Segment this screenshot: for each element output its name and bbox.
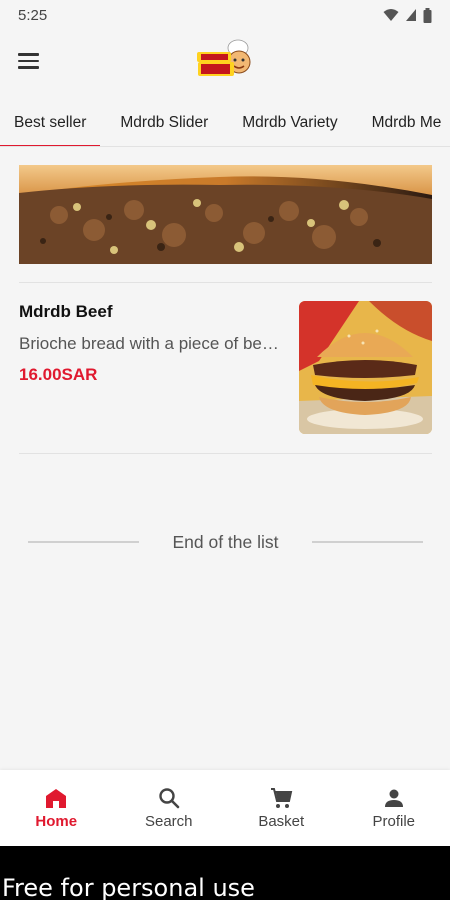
home-icon bbox=[46, 789, 67, 808]
search-icon bbox=[159, 788, 180, 809]
nav-profile-label: Profile bbox=[372, 813, 416, 830]
tab-mdrdb-more[interactable]: Mdrdb Me bbox=[358, 100, 450, 146]
nav-basket[interactable]: Basket bbox=[225, 770, 338, 846]
divider bbox=[19, 282, 432, 283]
hamburger-icon-line bbox=[18, 53, 39, 56]
cart-icon bbox=[271, 788, 293, 808]
menu-button[interactable] bbox=[14, 46, 44, 76]
banner-image[interactable] bbox=[19, 165, 432, 264]
nav-profile[interactable]: Profile bbox=[338, 770, 450, 846]
end-of-list: End of the list bbox=[28, 530, 423, 554]
product-price: 16.00SAR bbox=[19, 365, 98, 384]
battery-icon bbox=[423, 7, 432, 23]
end-of-list-label: End of the list bbox=[172, 531, 279, 552]
tab-mdrdb-slider[interactable]: Mdrdb Slider bbox=[106, 100, 222, 146]
tab-mdrdb-variety[interactable]: Mdrdb Variety bbox=[228, 100, 351, 146]
wifi-icon bbox=[383, 9, 399, 21]
status-icons bbox=[383, 7, 432, 23]
bottom-navigation: Home Search Basket Profile bbox=[0, 770, 450, 846]
hamburger-icon-line bbox=[18, 66, 39, 69]
tab-best-seller[interactable]: Best seller bbox=[0, 100, 101, 146]
signal-icon bbox=[406, 9, 416, 21]
nav-search[interactable]: Search bbox=[113, 770, 226, 846]
watermark-bar: Free for personal use bbox=[0, 846, 450, 900]
product-item[interactable]: Mdrdb Beef Brioche bread with a piece of… bbox=[19, 290, 432, 440]
watermark-text: Free for personal use bbox=[2, 874, 255, 900]
hamburger-icon-line bbox=[18, 59, 39, 63]
nav-basket-label: Basket bbox=[258, 813, 305, 830]
divider bbox=[19, 453, 432, 454]
category-tabs: Best seller Mdrdb Slider Mdrdb Variety M… bbox=[0, 100, 450, 147]
status-bar: 5:25 bbox=[0, 0, 450, 30]
brand-logo bbox=[197, 39, 251, 76]
nav-search-label: Search bbox=[144, 813, 193, 830]
person-icon bbox=[384, 789, 403, 807]
product-description: Brioche bread with a piece of beef patty… bbox=[19, 334, 287, 353]
status-time: 5:25 bbox=[18, 6, 48, 24]
nav-home[interactable]: Home bbox=[0, 770, 113, 846]
nav-home-label: Home bbox=[35, 813, 78, 830]
app-bar bbox=[0, 30, 450, 92]
product-name: Mdrdb Beef bbox=[19, 302, 113, 321]
end-line-left bbox=[28, 541, 139, 543]
end-line-right bbox=[312, 541, 423, 543]
product-image bbox=[299, 301, 432, 434]
